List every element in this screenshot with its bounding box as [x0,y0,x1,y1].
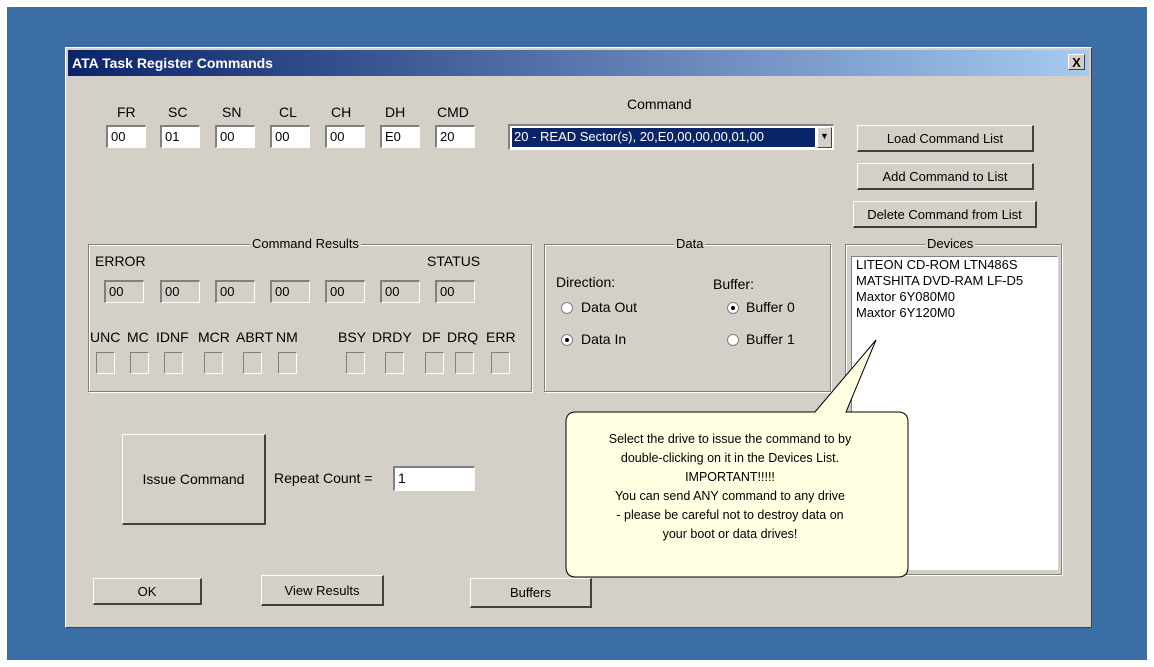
result-value-1: 00 [104,280,144,303]
delete-command-button[interactable]: Delete Command from List [853,201,1037,228]
buffer1-radio[interactable] [727,334,739,346]
data-out-label: Data Out [581,299,638,315]
devices-title: Devices [925,236,976,251]
view-results-button[interactable]: View Results [261,575,384,606]
register-label-sc: SC [168,104,188,120]
repeat-count-label: Repeat Count = [274,470,373,486]
status-bit-box [491,352,510,374]
issue-command-button[interactable]: Issue Command [122,434,266,525]
result-value-5: 00 [325,280,365,303]
command-results-title: Command Results [250,236,361,251]
error-bit-box [278,352,297,374]
register-input-ch[interactable]: 00 [325,125,365,148]
bit-label-bsy: BSY [338,329,367,345]
result-value-3: 00 [215,280,255,303]
data-in-label: Data In [581,331,627,347]
error-label: ERROR [95,253,146,269]
data-group [544,244,831,392]
buffers-button[interactable]: Buffers [470,578,592,608]
status-bit-box [425,352,444,374]
list-item[interactable]: Maxtor 6Y080M0 [852,289,1057,305]
add-command-button[interactable]: Add Command to List [857,163,1034,190]
command-select[interactable]: 20 - READ Sector(s), 20,E0,00,00,00,01,0… [508,124,834,150]
direction-label: Direction: [556,274,616,290]
data-in-radio[interactable] [561,334,573,346]
tooltip-text: Select the drive to issue the command to… [608,432,852,541]
bit-label-df: DF [422,329,441,345]
title-bar: ATA Task Register Commands X [68,50,1089,76]
bit-label-err: ERR [486,329,516,345]
chevron-down-icon[interactable]: ▼ [817,127,832,148]
buffer0-label: Buffer 0 [746,299,795,315]
bit-label-mcr: MCR [198,329,230,345]
repeat-count-input[interactable]: 1 [393,466,475,491]
error-bit-box [96,352,115,374]
register-input-cmd[interactable]: 20 [435,125,475,148]
register-label-fr: FR [117,104,136,120]
register-input-sc[interactable]: 01 [160,125,200,148]
result-value-7: 00 [435,280,475,303]
buffer0-radio[interactable] [727,302,739,314]
bit-label-mc: MC [127,329,149,345]
load-command-list-button[interactable]: Load Command List [857,125,1034,152]
bit-label-drq: DRQ [447,329,479,345]
error-bit-box [204,352,223,374]
register-label-dh: DH [385,104,406,120]
register-label-ch: CH [331,104,352,120]
register-input-sn[interactable]: 00 [215,125,255,148]
register-input-cl[interactable]: 00 [270,125,310,148]
register-label-sn: SN [222,104,242,120]
result-value-2: 00 [160,280,200,303]
list-item[interactable]: Maxtor 6Y120M0 [852,305,1057,321]
status-label: STATUS [427,253,481,269]
status-bit-box [346,352,365,374]
error-bit-box [164,352,183,374]
register-input-fr[interactable]: 00 [106,125,146,148]
list-item[interactable]: MATSHITA DVD-RAM LF-D5 [852,273,1057,289]
buffer-label: Buffer: [713,276,754,292]
close-button[interactable]: X [1068,54,1085,70]
result-value-4: 00 [270,280,310,303]
bit-label-abrt: ABRT [236,329,274,345]
data-group-title: Data [674,236,706,251]
bit-label-unc: UNC [90,329,121,345]
error-bit-box [130,352,149,374]
bit-label-idnf: IDNF [156,329,189,345]
data-out-radio[interactable] [561,302,573,314]
status-bit-box [455,352,474,374]
error-bit-box [243,352,262,374]
list-item[interactable]: LITEON CD-ROM LTN486S [852,257,1057,273]
register-input-dh[interactable]: E0 [380,125,420,148]
window-title: ATA Task Register Commands [72,55,273,71]
register-label-cmd: CMD [437,104,469,120]
bit-label-drdy: DRDY [372,329,412,345]
command-label: Command [627,96,692,112]
result-value-6: 00 [380,280,420,303]
bit-label-nm: NM [276,329,298,345]
ok-button[interactable]: OK [93,578,202,605]
register-label-cl: CL [279,104,297,120]
status-bit-box [385,352,404,374]
command-selected: 20 - READ Sector(s), 20,E0,00,00,00,01,0… [512,128,815,147]
buffer1-label: Buffer 1 [746,331,795,347]
